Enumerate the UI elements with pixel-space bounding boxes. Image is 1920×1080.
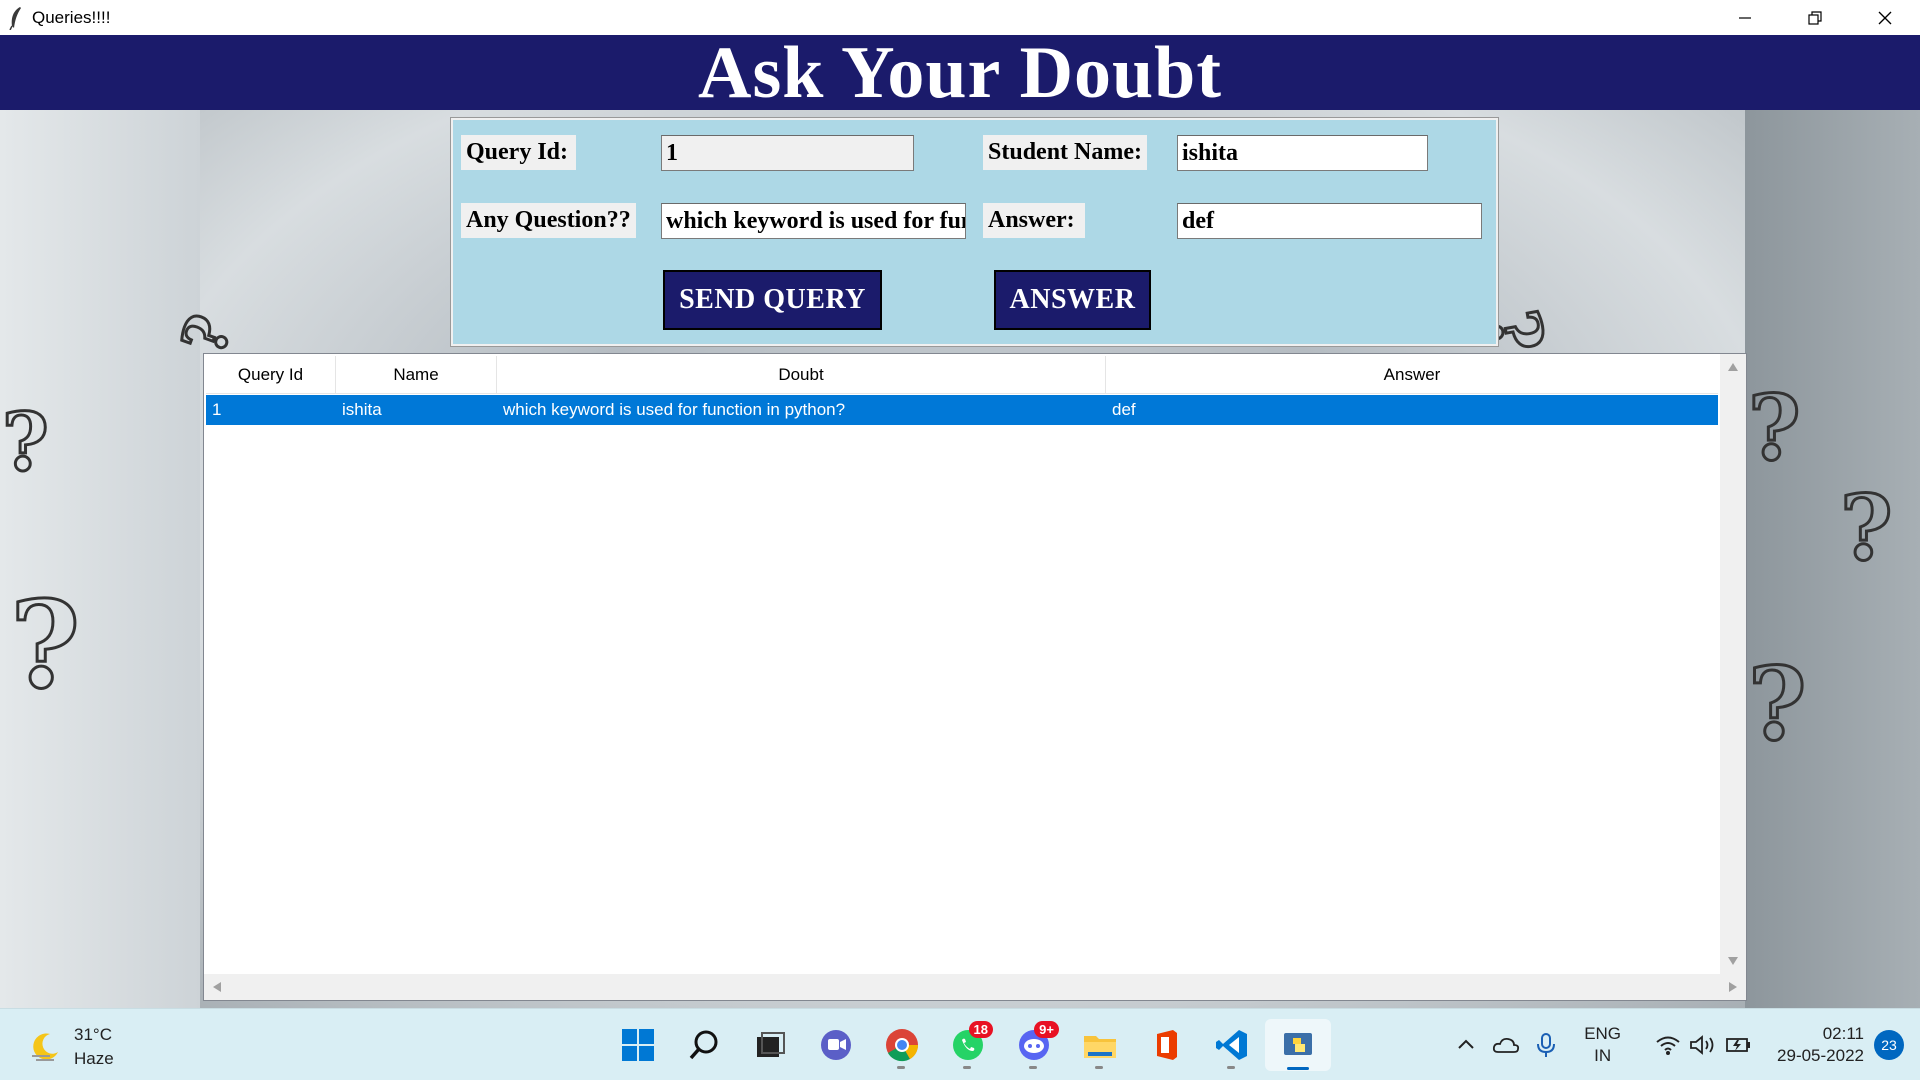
teams-chat-button[interactable] <box>803 1019 869 1071</box>
language-code: ENG <box>1584 1024 1622 1043</box>
scroll-right-arrow-icon[interactable] <box>1728 981 1738 993</box>
vscode-icon <box>1216 1030 1247 1060</box>
running-indicator <box>1029 1066 1037 1069</box>
query-id-field[interactable]: 1 <box>661 135 914 171</box>
system-tray: ENG IN 02:11 29-05-2022 23 <box>1454 1009 1920 1080</box>
cell-doubt: which keyword is used for function in py… <box>503 400 846 419</box>
queries-table[interactable]: Query Id Name Doubt Answer 1 ishita whic… <box>203 353 1747 1001</box>
column-header-query-id[interactable]: Query Id <box>206 356 336 394</box>
answer-label: Answer: <box>983 203 1085 238</box>
minimize-icon <box>1739 16 1751 19</box>
query-id-label: Query Id: <box>461 135 576 170</box>
volume-icon[interactable] <box>1689 1034 1717 1056</box>
question-mark-decoration: ? <box>1747 644 1809 765</box>
close-icon <box>1878 11 1892 24</box>
chrome-button[interactable] <box>869 1019 935 1071</box>
question-label: Any Question?? <box>461 203 636 238</box>
clock-time: 02:11 <box>1822 1024 1864 1043</box>
clock[interactable]: 02:11 29-05-2022 <box>1777 1023 1864 1067</box>
window-titlebar: Queries!!!! <box>0 0 1920 35</box>
question-mark-decoration: ? <box>1747 374 1803 483</box>
microphone-icon[interactable] <box>1534 1032 1558 1058</box>
language-region: IN <box>1594 1046 1612 1065</box>
cell-answer: def <box>1112 400 1136 419</box>
active-indicator <box>1287 1067 1309 1070</box>
scroll-left-arrow-icon[interactable] <box>212 981 222 993</box>
python-feather-icon <box>1284 1033 1312 1055</box>
cell-query-id: 1 <box>212 400 222 419</box>
whatsapp-button[interactable]: 18 <box>935 1019 1001 1071</box>
background-right <box>1745 110 1920 1008</box>
column-header-answer[interactable]: Answer <box>1106 356 1718 394</box>
wifi-icon[interactable] <box>1655 1034 1681 1056</box>
answer-field[interactable]: def <box>1177 203 1482 239</box>
cell-name: ishita <box>342 400 382 419</box>
running-indicator <box>1095 1066 1103 1069</box>
table-row[interactable]: 1 ishita which keyword is used for funct… <box>206 395 1718 425</box>
table-header: Query Id Name Doubt Answer <box>206 356 1718 394</box>
chevron-up-icon[interactable] <box>1454 1033 1478 1057</box>
scroll-up-arrow-icon[interactable] <box>1727 362 1739 372</box>
running-indicator <box>963 1066 971 1069</box>
minimize-button[interactable] <box>1710 0 1780 35</box>
weather-temp: 31°C <box>74 1025 112 1044</box>
feather-icon <box>9 6 21 30</box>
discord-button[interactable]: 9+ <box>1001 1019 1067 1071</box>
page-title: Ask Your Doubt <box>698 35 1222 114</box>
running-indicator <box>1227 1066 1235 1069</box>
weather-desc: Haze <box>74 1049 114 1068</box>
office-icon <box>1157 1030 1177 1060</box>
student-name-field[interactable]: ishita <box>1177 135 1428 171</box>
running-indicator <box>897 1066 905 1069</box>
answer-button[interactable]: ANSWER <box>994 270 1151 330</box>
chrome-icon <box>886 1029 919 1062</box>
background-left <box>0 110 200 1008</box>
vertical-scrollbar[interactable] <box>1720 354 1746 974</box>
discord-badge: 9+ <box>1034 1021 1059 1038</box>
battery-icon[interactable] <box>1725 1034 1753 1056</box>
window-title: Queries!!!! <box>32 7 111 27</box>
windows-logo-icon <box>622 1029 654 1061</box>
weather-widget[interactable]: 31°C Haze <box>28 1023 114 1071</box>
restore-icon <box>1808 10 1822 25</box>
task-view-button[interactable] <box>737 1019 803 1071</box>
column-header-name[interactable]: Name <box>336 356 497 394</box>
app-header: Ask Your Doubt <box>0 35 1920 114</box>
search-icon <box>689 1030 718 1060</box>
send-query-button[interactable]: SEND QUERY <box>663 270 882 330</box>
column-header-doubt[interactable]: Doubt <box>497 356 1106 394</box>
python-app-button[interactable] <box>1265 1019 1331 1071</box>
onedrive-cloud-icon[interactable] <box>1492 1033 1520 1057</box>
restore-button[interactable] <box>1780 0 1850 35</box>
taskbar: 31°C Haze 18 9+ ENG IN 02:11 29-05-2022 … <box>0 1008 1920 1080</box>
vscode-button[interactable] <box>1199 1019 1265 1071</box>
task-view-icon <box>757 1032 785 1057</box>
notification-badge[interactable]: 23 <box>1874 1030 1904 1060</box>
question-mark-decoration: ? <box>1839 474 1895 583</box>
question-field[interactable]: which keyword is used for function in py… <box>661 203 966 239</box>
start-button[interactable] <box>605 1019 671 1071</box>
language-indicator[interactable]: ENG IN <box>1584 1023 1621 1067</box>
taskbar-apps: 18 9+ <box>605 1019 1331 1071</box>
whatsapp-badge: 18 <box>968 1021 993 1038</box>
student-name-label: Student Name: <box>983 135 1147 170</box>
scroll-down-arrow-icon[interactable] <box>1727 956 1739 966</box>
folder-icon <box>1084 1036 1116 1058</box>
close-button[interactable] <box>1850 0 1920 35</box>
weather-text: 31°C Haze <box>74 1023 114 1071</box>
question-mark-decoration: ? <box>1 394 51 491</box>
horizontal-scrollbar[interactable] <box>204 974 1746 1000</box>
moon-haze-icon <box>32 1033 58 1061</box>
search-button[interactable] <box>671 1019 737 1071</box>
chat-icon <box>821 1030 851 1060</box>
file-explorer-button[interactable] <box>1067 1019 1133 1071</box>
app-window: ? ? ? ? ? ? ? Ask Your Doubt Query Id: 1… <box>0 35 1920 1008</box>
office-button[interactable] <box>1133 1019 1199 1071</box>
query-form-panel: Query Id: 1 Student Name: ishita Any Que… <box>450 117 1499 347</box>
question-mark-decoration: ? <box>8 574 81 718</box>
clock-date: 29-05-2022 <box>1777 1046 1864 1065</box>
